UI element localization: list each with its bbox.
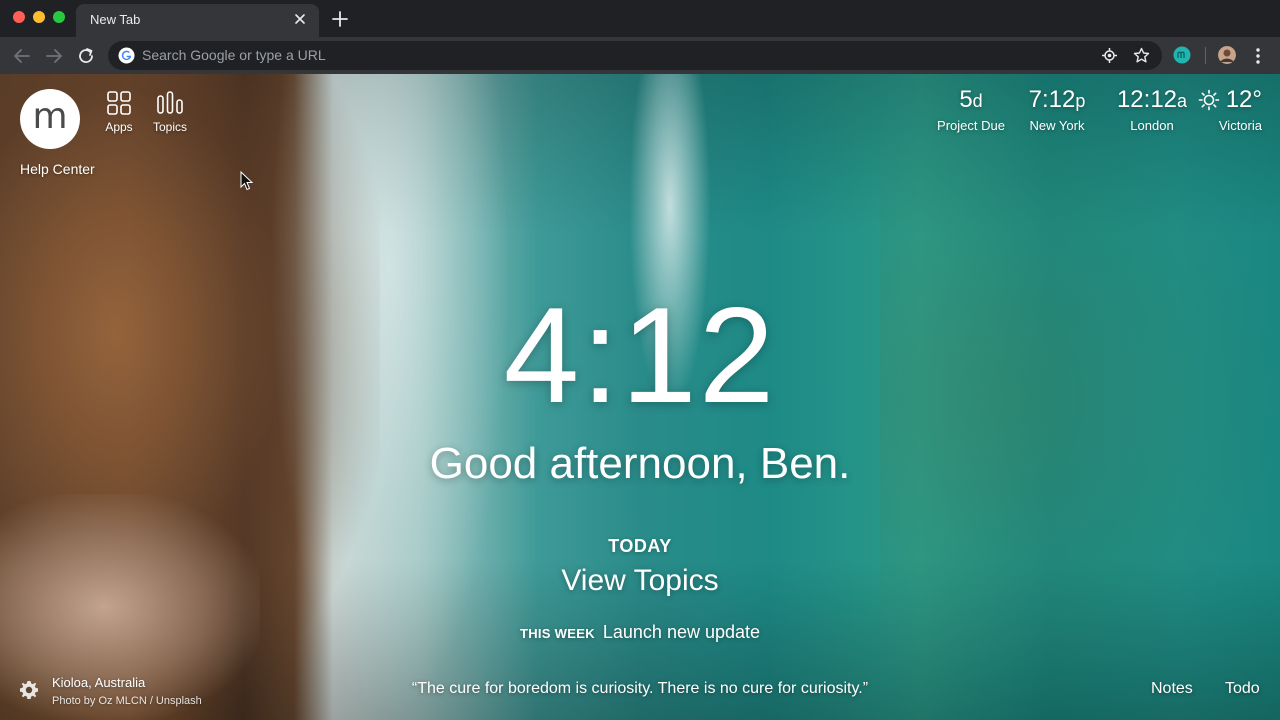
omnibox[interactable]: Search Google or type a URL: [108, 41, 1162, 70]
this-week-text: Launch new update: [602, 622, 761, 642]
today-heading: TODAY: [608, 536, 672, 556]
todo-button[interactable]: Todo: [1225, 680, 1260, 698]
logo-letter: m: [32, 96, 68, 137]
topics-label: Topics: [152, 120, 187, 134]
weather-temperature: 12°: [1225, 86, 1262, 113]
greeting[interactable]: Good afternoon, Ben.: [0, 439, 1280, 489]
search-input[interactable]: Search Google or type a URL: [142, 47, 326, 63]
topics-bars-icon: [157, 91, 183, 114]
mouse-cursor-icon: [240, 171, 254, 191]
apps-label: Apps: [105, 120, 133, 134]
weather-widget[interactable]: 12° Victoria: [1198, 86, 1262, 133]
clock-new-york[interactable]: 7:12p New York: [1018, 86, 1096, 133]
forward-arrow-icon[interactable]: [43, 45, 65, 67]
location-target-icon[interactable]: [1101, 47, 1118, 64]
minimize-window-button[interactable]: [33, 11, 45, 23]
new-tab-button[interactable]: [330, 9, 350, 29]
toolbar-divider: [1205, 47, 1206, 64]
main-clock[interactable]: 4:12: [0, 280, 1280, 430]
reload-icon[interactable]: [75, 45, 97, 67]
topics-button[interactable]: Topics: [150, 90, 190, 134]
clock-city: London: [1130, 118, 1174, 133]
apps-button[interactable]: Apps: [99, 90, 139, 134]
close-window-button[interactable]: [13, 11, 25, 23]
sun-icon: [1198, 89, 1220, 111]
daily-quote[interactable]: “The cure for boredom is curiosity. Ther…: [0, 680, 1280, 698]
google-icon: [118, 47, 135, 64]
notes-button[interactable]: Notes: [1151, 680, 1193, 698]
profile-avatar[interactable]: [1218, 46, 1236, 64]
clock-city: New York: [1029, 118, 1085, 133]
bookmark-star-icon[interactable]: [1133, 47, 1150, 64]
this-week-label: THIS WEEK: [519, 626, 595, 641]
back-arrow-icon[interactable]: [11, 45, 33, 67]
close-icon[interactable]: [291, 10, 309, 28]
weather-location: Victoria: [1218, 118, 1262, 133]
apps-grid-icon: [107, 91, 131, 115]
momentum-logo-button[interactable]: m: [20, 89, 80, 149]
more-menu-icon[interactable]: [1252, 45, 1264, 67]
new-tab-page: m Help Center Apps Topics 5d Project Due…: [0, 74, 1280, 720]
browser-toolbar: Search Google or type a URL: [0, 37, 1280, 74]
countdown-project-due[interactable]: 5d Project Due: [937, 86, 1005, 133]
clock-london[interactable]: 12:12a London: [1102, 86, 1202, 133]
tab-title: New Tab: [90, 12, 141, 27]
tab-new-tab[interactable]: New Tab: [76, 4, 319, 37]
clock-time: 12:12a: [1116, 86, 1188, 113]
help-center-link[interactable]: Help Center: [20, 161, 95, 177]
this-week-goal[interactable]: THIS WEEK Launch new update: [0, 622, 1280, 643]
clock-time: 7:12p: [1028, 86, 1086, 113]
countdown-value: 5d: [959, 86, 983, 113]
maximize-window-button[interactable]: [53, 11, 65, 23]
momentum-extension-icon[interactable]: [1173, 46, 1191, 64]
today-focus[interactable]: View Topics: [0, 564, 1280, 598]
countdown-label: Project Due: [937, 118, 1005, 133]
tab-bar: New Tab: [0, 0, 1280, 37]
